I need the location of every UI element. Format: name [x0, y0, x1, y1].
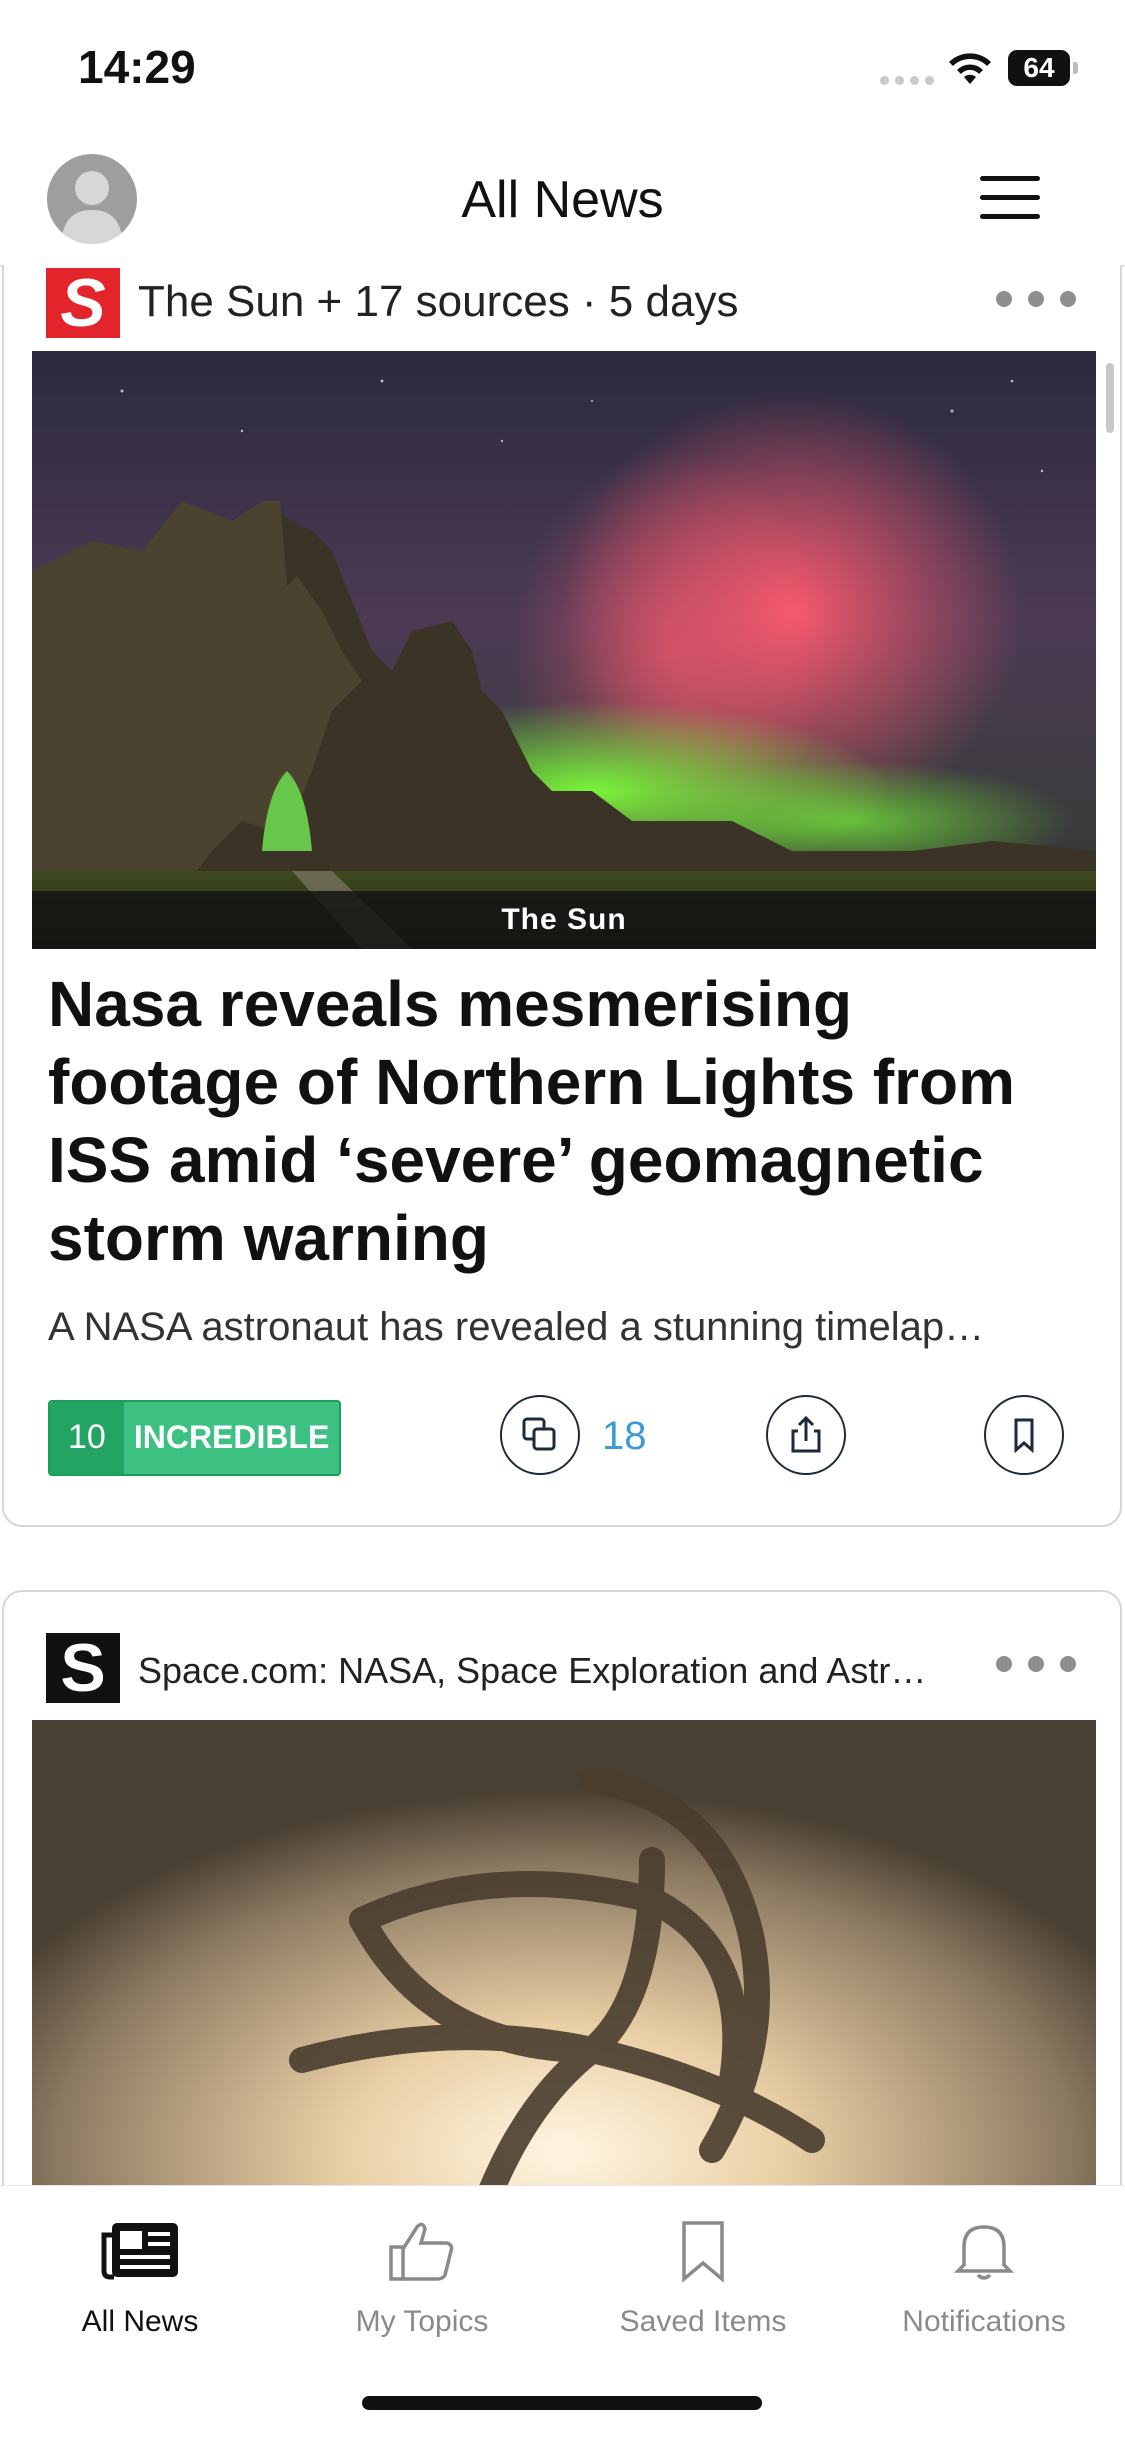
the-sun-logo: S [46, 268, 120, 338]
card-actions: 10 INCREDIBLE 18 [48, 1390, 1088, 1480]
article-image[interactable]: The Sun [32, 351, 1096, 949]
rating-number: 10 [50, 1402, 124, 1474]
card-source-row: S The Sun + 17 sources · 5 days [46, 265, 1086, 345]
wifi-icon [949, 53, 991, 84]
source-label[interactable]: Space.com: NASA, Space Exploration and A… [138, 1650, 926, 1692]
status-time: 14:29 [78, 41, 196, 93]
page-title: All News [461, 171, 664, 229]
bookmark-icon [682, 2221, 724, 2283]
tab-label: My Topics [355, 2305, 489, 2338]
tab-my-topics[interactable]: My Topics [282, 2211, 562, 2339]
thumbs-up-icon [389, 2222, 454, 2281]
news-feed[interactable]: S The Sun + 17 sources · 5 days The Sun … [0, 265, 1125, 2185]
more-options-icon[interactable] [996, 291, 1076, 307]
status-bar: 14:29 64 [0, 0, 1125, 140]
bell-icon [954, 2225, 1014, 2280]
home-indicator[interactable] [362, 2396, 762, 2410]
more-options-icon[interactable] [996, 1656, 1076, 1672]
tab-saved-items[interactable]: Saved Items [563, 2211, 843, 2339]
rating-badge[interactable]: 10 INCREDIBLE [48, 1400, 342, 1476]
news-card[interactable]: S Space.com: NASA, Space Exploration and… [2, 1590, 1122, 2185]
hamburger-menu-icon[interactable] [980, 176, 1040, 220]
rating-label: INCREDIBLE [123, 1402, 340, 1474]
source-label[interactable]: The Sun + 17 sources · 5 days [138, 277, 738, 327]
related-stories-button[interactable] [500, 1395, 580, 1475]
related-count[interactable]: 18 [602, 1414, 647, 1459]
article-image[interactable] [32, 1720, 1096, 2185]
cellular-signal-icon [880, 76, 934, 85]
share-button[interactable] [766, 1395, 846, 1475]
article-summary[interactable]: A NASA astronaut has revealed a stunning… [48, 1305, 1078, 1350]
aurora-castle-image [32, 351, 1096, 949]
card-source-row: S Space.com: NASA, Space Exploration and… [46, 1630, 1086, 1710]
tab-all-news[interactable]: All News [0, 2211, 280, 2339]
tab-notifications[interactable]: Notifications [844, 2211, 1124, 2339]
article-headline[interactable]: Nasa reveals mesmerising footage of Nort… [48, 965, 1078, 1277]
news-card[interactable]: S The Sun + 17 sources · 5 days The Sun … [2, 265, 1122, 1527]
space-structure-image [32, 1720, 1096, 2185]
scrollbar[interactable] [1106, 363, 1114, 433]
space-com-logo: S [46, 1633, 120, 1703]
app-header: All News [0, 140, 1125, 267]
bookmark-button[interactable] [984, 1395, 1064, 1475]
tab-label: Notifications [902, 2305, 1066, 2338]
tab-label: All News [81, 2305, 199, 2338]
battery-icon: 64 [1008, 50, 1070, 86]
battery-tip [1073, 62, 1078, 74]
image-caption: The Sun [32, 891, 1096, 949]
copy-stack-icon [522, 1417, 556, 1451]
newspaper-icon [101, 2223, 178, 2280]
bookmark-icon [1014, 1418, 1034, 1454]
tab-label: Saved Items [619, 2305, 787, 2338]
share-icon [791, 1415, 821, 1453]
